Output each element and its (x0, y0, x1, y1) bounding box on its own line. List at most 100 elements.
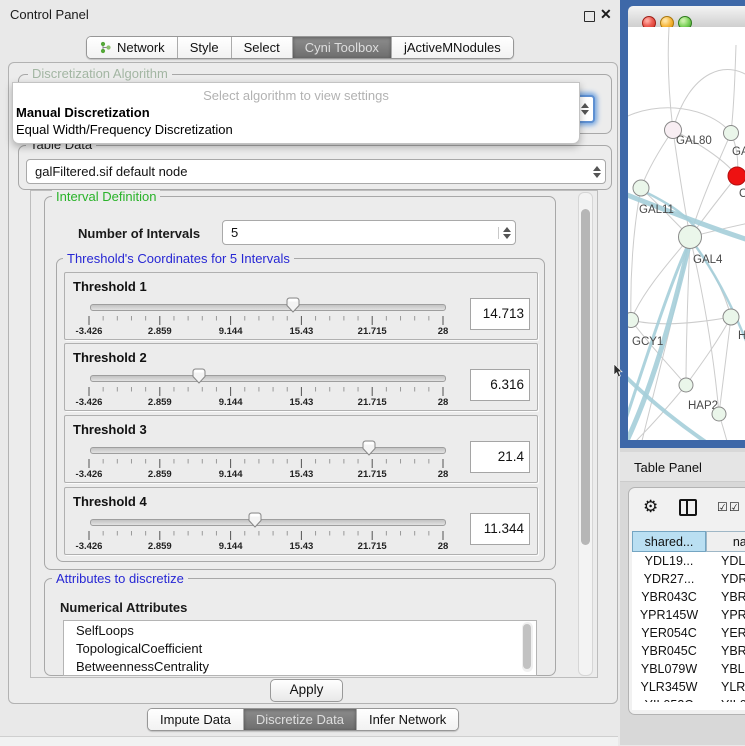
tick-label: 28 (413, 541, 473, 552)
table-cell[interactable]: YER0 (721, 626, 745, 640)
slider-thumb[interactable] (286, 297, 300, 313)
network-window-titlebar[interactable] (628, 6, 745, 28)
tab-style[interactable]: Style (178, 37, 232, 58)
attribute-list-item[interactable]: TopologicalCoefficient (64, 639, 536, 657)
attributes-list-scrollbar-thumb[interactable] (523, 624, 531, 669)
tab-label: jActiveMNodules (404, 40, 501, 55)
close-icon[interactable]: ✕ (600, 6, 612, 23)
tab-label: Network (117, 40, 165, 55)
network-node-HAP2[interactable] (679, 378, 693, 392)
tick-label: 2.859 (130, 541, 190, 552)
tick-label: 9.144 (201, 326, 261, 337)
vertical-scrollbar[interactable] (578, 192, 593, 676)
network-node-GAL11[interactable] (633, 180, 649, 196)
table-cell[interactable]: YDR2 (721, 572, 745, 586)
numerical-attributes-label: Numerical Attributes (60, 600, 187, 615)
table-cell[interactable]: YBR043C (632, 590, 706, 604)
slider-thumb[interactable] (362, 440, 376, 456)
attributes-list-scrollbar[interactable] (522, 622, 533, 672)
tab-jactivemnodules[interactable]: jActiveMNodules (392, 37, 513, 58)
table-cell[interactable]: YDL1 (721, 554, 745, 568)
table-cell[interactable]: YBR0 (721, 644, 745, 658)
network-edge[interactable] (690, 237, 731, 317)
tick-label: 21.715 (342, 326, 402, 337)
threshold-value-field[interactable]: 21.4 (470, 441, 530, 473)
tick-label: 9.144 (201, 469, 261, 480)
table-cell[interactable]: YIL052C (632, 698, 706, 702)
table-cell[interactable]: YPR1 (721, 608, 745, 622)
tab-network[interactable]: Network (87, 37, 178, 58)
network-icon (99, 41, 112, 54)
network-edge[interactable] (631, 317, 731, 324)
dropdown-option[interactable]: Manual Discretization (16, 105, 150, 120)
num-intervals-spinner[interactable]: 5 (222, 220, 516, 245)
bottom-tab-bar: Impute Data Discretize Data Infer Network (147, 708, 459, 731)
network-node-H[interactable] (723, 309, 739, 325)
gear-icon[interactable]: ⚙ (643, 497, 658, 517)
network-node-red[interactable] (728, 167, 745, 185)
column-header-0[interactable]: shared... (632, 531, 706, 552)
network-edge[interactable] (668, 27, 673, 130)
threshold-value-field[interactable]: 14.713 (470, 298, 530, 330)
threshold-value-field[interactable]: 6.316 (470, 369, 530, 401)
table-cell[interactable]: YBR0 (721, 590, 745, 604)
algorithm-group-title: Discretization Algorithm (28, 67, 172, 81)
table-data-select[interactable]: galFiltered.sif default node (26, 159, 606, 184)
threshold-value-field[interactable]: 11.344 (470, 513, 530, 545)
attributes-list[interactable]: SelfLoopsTopologicalCoefficientBetweenne… (63, 620, 537, 676)
tick-label: -3.426 (59, 541, 119, 552)
select-columns-icon[interactable]: ☑ (717, 500, 728, 514)
table-cell[interactable]: YBL079W (632, 662, 706, 676)
column-header-1[interactable]: name (706, 531, 745, 552)
slider-track[interactable] (90, 375, 446, 382)
slider-thumb[interactable] (192, 368, 206, 384)
spinner-arrows-icon (498, 227, 515, 239)
dropdown-placeholder: Select algorithm to view settings (13, 88, 579, 103)
table-cell[interactable]: YBR045C (632, 644, 706, 658)
table-cell[interactable]: YLR3 (721, 680, 745, 694)
tab-label: Select (244, 40, 280, 55)
network-node-GAL4[interactable] (679, 226, 702, 249)
attribute-list-item[interactable]: SelfLoops (64, 621, 536, 639)
slider-track[interactable] (90, 304, 446, 311)
tick-label: 15.43 (271, 397, 331, 408)
tab-infer-network[interactable]: Infer Network (357, 709, 458, 730)
network-node-node-b[interactable] (712, 407, 726, 421)
table-cell[interactable]: YPR145W (632, 608, 706, 622)
slider-track[interactable] (90, 447, 446, 454)
table-cell[interactable]: YIL0 (721, 698, 745, 702)
apply-button[interactable]: Apply (270, 679, 343, 702)
network-edge[interactable] (719, 317, 731, 414)
table-cell[interactable]: YBL0 (721, 662, 745, 676)
tab-discretize-data[interactable]: Discretize Data (244, 709, 357, 730)
table-cell[interactable]: YER054C (632, 626, 706, 640)
tab-select[interactable]: Select (232, 37, 293, 58)
network-node-GCY1[interactable] (628, 313, 639, 328)
vertical-scrollbar-thumb[interactable] (581, 209, 590, 545)
tab-impute-data[interactable]: Impute Data (148, 709, 244, 730)
split-view-icon[interactable] (679, 499, 697, 516)
network-node-GA[interactable] (724, 126, 739, 141)
table-panel-title: Table Panel (634, 460, 702, 475)
tab-label: Discretize Data (256, 712, 344, 727)
slider-track[interactable] (90, 519, 446, 526)
table-cell[interactable]: YDR27... (632, 572, 706, 586)
tick-label: 21.715 (342, 541, 402, 552)
table-cell[interactable]: YDL19... (632, 554, 706, 568)
network-edge[interactable] (641, 130, 673, 188)
float-window-icon[interactable] (584, 11, 595, 22)
tick-label: 2.859 (130, 397, 190, 408)
dropdown-option[interactable]: Equal Width/Frequency Discretization (16, 122, 233, 137)
slider-thumb[interactable] (248, 512, 262, 528)
app-root: Control Panel ✕ NetworkStyleSelectCyni T… (0, 0, 745, 745)
tick-label: 21.715 (342, 469, 402, 480)
attribute-list-item[interactable]: BetweennessCentrality (64, 657, 536, 675)
network-canvas[interactable]: GAL80GACGAL11GAL4GCY1HHAP2 (628, 27, 745, 440)
network-edge[interactable] (731, 45, 736, 133)
node-table[interactable]: shared...name YDL19... YDL1 YDR27... YDR2 YB… (632, 531, 745, 710)
select-all-columns-icon[interactable]: ☑ (729, 500, 740, 514)
tab-label: Cyni Toolbox (305, 40, 379, 55)
table-cell[interactable]: YLR345W (632, 680, 706, 694)
tab-cyni-toolbox[interactable]: Cyni Toolbox (293, 37, 392, 58)
network-node-label: GAL11 (639, 204, 674, 216)
